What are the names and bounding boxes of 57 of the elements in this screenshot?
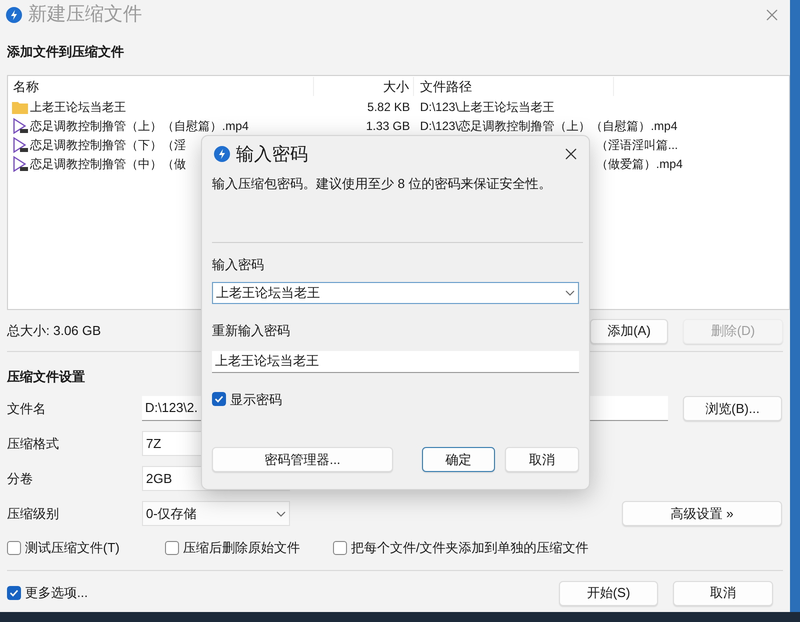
file-size: 1.33 GB — [364, 118, 411, 134]
file-path: D:\123\恋足调教控制撸管（上）（自慰篇）.mp4 — [419, 118, 678, 134]
column-header[interactable]: 名称 — [8, 76, 314, 96]
section-heading: 添加文件到压缩文件 — [7, 43, 125, 61]
dropdown-caret-icon — [276, 510, 286, 516]
file-name[interactable]: 上老王论坛当老王 — [30, 98, 126, 116]
app-logo-icon — [6, 7, 22, 23]
checkbox-label[interactable]: 压缩后删除原始文件 — [183, 538, 300, 558]
checkmark-icon — [9, 588, 19, 598]
checkbox[interactable] — [7, 541, 21, 555]
total-size: 总大小: 3.06 GB — [7, 322, 101, 340]
checkbox[interactable] — [212, 392, 226, 406]
video-file-icon — [12, 156, 28, 172]
password-field[interactable]: 上老王论坛当老王 — [212, 282, 579, 304]
confirm-password-field[interactable]: 上老王论坛当老王 — [212, 350, 579, 372]
start-button[interactable]: 开始(S) — [559, 580, 658, 606]
folder-icon — [12, 100, 28, 114]
checkbox[interactable] — [165, 541, 179, 555]
dialog-description: 输入压缩包密码。建议使用至少 8 位的密码来保证安全性。 — [212, 175, 552, 193]
browse-button[interactable]: 浏览(B)... — [683, 396, 782, 421]
file-path: （做爱篇）.mp4 — [596, 156, 683, 172]
close-icon[interactable] — [565, 148, 577, 160]
section-heading: 压缩文件设置 — [7, 368, 86, 386]
checkbox-label[interactable]: 更多选项... — [25, 583, 88, 603]
video-file-icon — [12, 136, 28, 152]
password-manager-button[interactable]: 密码管理器... — [212, 447, 393, 472]
checkmark-icon — [214, 394, 224, 404]
file-path: D:\123\上老王论坛当老王 — [419, 98, 555, 116]
ok-button[interactable]: 确定 — [422, 447, 495, 472]
file-size: 5.82 KB — [366, 98, 411, 116]
checkbox-label[interactable]: 测试压缩文件(T) — [25, 538, 120, 558]
checkbox-label[interactable]: 把每个文件/文件夹添加到单独的压缩文件 — [351, 538, 589, 558]
file-name[interactable]: 恋足调教控制撸管（下）（淫 — [30, 136, 186, 154]
app-logo-icon — [214, 146, 230, 162]
cancel-button[interactable]: 取消 — [505, 447, 579, 472]
advanced-settings-button[interactable]: 高级设置 » — [622, 501, 782, 526]
column-header[interactable]: 大小 — [314, 76, 414, 96]
checkbox-label[interactable]: 显示密码 — [230, 390, 282, 409]
checkbox[interactable] — [7, 586, 21, 600]
file-name[interactable]: 恋足调教控制撸管（中）（做 — [30, 154, 186, 172]
add-button[interactable]: 添加(A) — [590, 318, 668, 344]
field-label: 压缩级别 — [7, 504, 60, 523]
level-dropdown[interactable]: 0-仅存储 — [142, 501, 290, 526]
video-file-icon — [12, 118, 28, 134]
field-label: 分卷 — [7, 470, 34, 488]
column-header[interactable]: 文件路径 — [414, 76, 614, 96]
field-label: 重新输入密码 — [212, 322, 291, 340]
file-name[interactable]: 恋足调教控制撸管（上）（自慰篇）.mp4 — [30, 116, 249, 134]
file-path: （淫语淫叫篇... — [596, 136, 678, 154]
dropdown-caret-icon — [565, 290, 575, 296]
field-label: 文件名 — [7, 400, 47, 418]
field-label: 压缩格式 — [7, 434, 60, 453]
cancel-button[interactable]: 取消 — [673, 580, 773, 606]
window-title: 新建压缩文件 — [28, 2, 142, 27]
checkbox[interactable] — [333, 541, 347, 555]
dialog-title: 输入密码 — [236, 142, 308, 166]
field-label: 输入密码 — [212, 256, 265, 274]
